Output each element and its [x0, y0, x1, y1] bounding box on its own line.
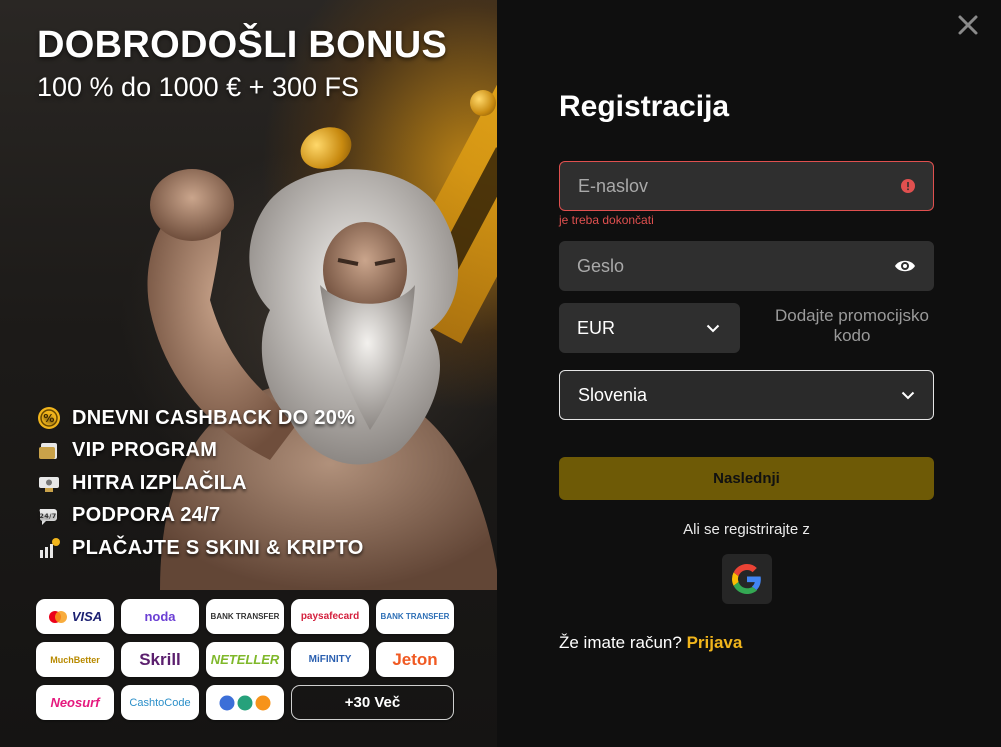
crypto-chart-icon — [36, 535, 62, 561]
registration-form: Registracija je treba dokončati EUR Doda… — [497, 0, 1001, 747]
password-field[interactable] — [559, 241, 934, 291]
login-link[interactable]: Prijava — [687, 633, 743, 652]
payment-jeton: Jeton — [376, 642, 454, 677]
close-icon[interactable] — [957, 14, 979, 36]
svg-text:%: % — [43, 412, 54, 425]
payment-bank-transfer: BANK TRANSFER — [206, 599, 284, 634]
bonus-subline: 100 % do 1000 € + 300 FS — [37, 72, 359, 102]
payment-visa: VISA — [36, 599, 114, 634]
currency-value: EUR — [577, 317, 616, 338]
form-title: Registracija — [559, 90, 730, 123]
perk-item: VIP PROGRAM — [36, 435, 364, 468]
svg-text:24/7: 24/7 — [39, 512, 56, 520]
perks-list: % DNEVNI CASHBACK DO 20% VIP PROGRAM HIT… — [36, 402, 364, 565]
perk-item: HITRA IZPLAČILA — [36, 467, 364, 500]
social-signup-label: Ali se registrirajte z — [683, 521, 810, 538]
google-signup-button[interactable] — [722, 554, 772, 604]
password-input[interactable] — [577, 255, 894, 277]
payment-crypto — [206, 685, 284, 720]
crypto-coins-icon — [219, 695, 271, 710]
eye-icon[interactable] — [894, 258, 916, 274]
email-input[interactable] — [578, 175, 901, 197]
payment-skrill: Skrill — [121, 642, 199, 677]
currency-select[interactable]: EUR — [559, 303, 740, 353]
gold-coin — [470, 90, 496, 116]
payment-neosurf: Neosurf — [36, 685, 114, 720]
perk-label: VIP PROGRAM — [72, 439, 218, 462]
chevron-down-icon — [706, 324, 720, 332]
support-chat-icon: 24/7 — [36, 503, 62, 529]
perk-label: PODPORA 24/7 — [72, 504, 221, 527]
payment-muchbetter: MuchBetter — [36, 642, 114, 677]
more-payments-button[interactable]: +30 Več — [291, 685, 454, 720]
perk-item: PLAČAJTE S SKINI & KRIPTO — [36, 532, 364, 565]
payment-bank-transfer-2: BANK TRANSFER — [376, 599, 454, 634]
payment-methods: VISA noda BANK TRANSFER paysafecard BANK… — [36, 599, 454, 720]
payment-cashtocode: CashtoCode — [121, 685, 199, 720]
payment-noda: noda — [121, 599, 199, 634]
perk-label: HITRA IZPLAČILA — [72, 471, 247, 494]
payment-paysafecard: paysafecard — [291, 599, 369, 634]
cash-icon — [36, 470, 62, 496]
registration-modal: DOBRODOŠLI BONUS 100 % do 1000 € + 300 F… — [0, 0, 1001, 747]
perk-item: % DNEVNI CASHBACK DO 20% — [36, 402, 364, 435]
email-field[interactable] — [559, 161, 934, 211]
add-promo-code-link[interactable]: Dodajte promocijsko kodo — [767, 306, 937, 346]
percent-coin-icon: % — [36, 405, 62, 431]
error-icon — [901, 179, 915, 193]
payment-mifinity: MiFINITY — [291, 642, 369, 677]
perk-item: 24/7 PODPORA 24/7 — [36, 500, 364, 533]
mastercard-icon — [48, 610, 67, 623]
perk-label: DNEVNI CASHBACK DO 20% — [72, 406, 356, 429]
vip-card-icon — [36, 438, 62, 464]
chevron-down-icon — [901, 391, 915, 399]
login-prompt: Že imate račun? Prijava — [559, 633, 742, 653]
email-error-message: je treba dokončati — [559, 213, 654, 227]
google-icon — [732, 564, 761, 594]
perk-label: PLAČAJTE S SKINI & KRIPTO — [72, 536, 364, 559]
payment-neteller: NETELLER — [206, 642, 284, 677]
bonus-headline: DOBRODOŠLI BONUS — [37, 24, 448, 66]
country-select[interactable]: Slovenia — [559, 370, 934, 420]
login-prompt-text: Že imate račun? — [559, 633, 682, 652]
country-value: Slovenia — [578, 384, 648, 405]
next-button[interactable]: Naslednji — [559, 457, 934, 500]
promo-panel: DOBRODOŠLI BONUS 100 % do 1000 € + 300 F… — [0, 0, 497, 747]
